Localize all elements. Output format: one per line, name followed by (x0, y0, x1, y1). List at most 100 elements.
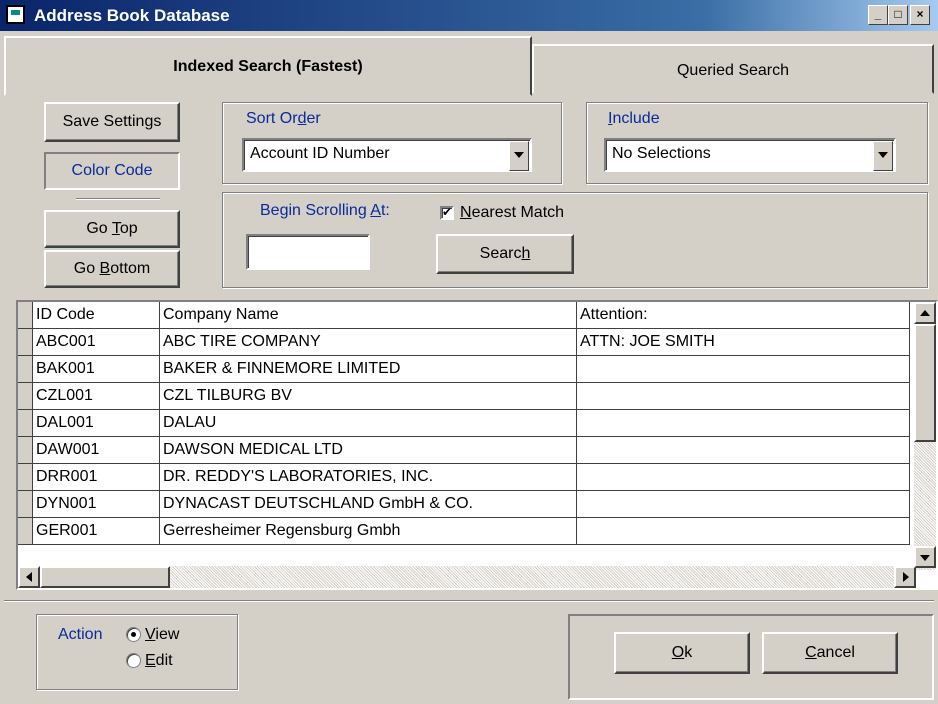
include-label: Include (608, 110, 660, 127)
close-button[interactable]: × (910, 5, 930, 25)
row-selector[interactable] (18, 382, 33, 410)
cell-attention (576, 436, 910, 464)
chevron-down-icon[interactable] (873, 141, 893, 171)
cell-id: GER001 (32, 517, 160, 545)
cell-attention (576, 382, 910, 410)
include-select[interactable]: No Selections (604, 138, 896, 172)
cell-company: BAKER & FINNEMORE LIMITED (159, 355, 577, 383)
edit-label: Edit (145, 652, 173, 669)
row-selector[interactable] (18, 409, 33, 437)
row-selector[interactable] (18, 436, 33, 464)
minimize-button[interactable]: _ (868, 5, 888, 25)
button-label: Go Top (86, 220, 138, 237)
begin-scrolling-input[interactable] (246, 234, 370, 270)
button-label: Ok (671, 644, 693, 661)
cell-company: DR. REDDY'S LABORATORIES, INC. (159, 463, 577, 491)
cell-company: CZL TILBURG BV (159, 382, 577, 410)
button-label: Cancel (805, 644, 855, 661)
cell-id: CZL001 (32, 382, 160, 410)
maximize-button[interactable]: □ (888, 5, 908, 25)
row-selector[interactable] (18, 328, 33, 356)
cell-attention (576, 463, 910, 491)
radio-selected-icon (126, 627, 141, 643)
cell-attention (576, 355, 910, 383)
row-selector[interactable] (18, 355, 33, 383)
tab-indexed-search[interactable]: Indexed Search (Fastest) (4, 36, 532, 96)
nearest-match-label: Nearest Match (460, 204, 565, 221)
cell-company: Gerresheimer Regensburg Gmbh (159, 517, 577, 545)
table-row[interactable]: ABC001 ABC TIRE COMPANY ATTN: JOE SMITH (18, 328, 910, 356)
cell-attention (576, 517, 910, 545)
column-header-id[interactable]: ID Code (32, 302, 160, 329)
table-row[interactable]: DAW001 DAWSON MEDICAL LTD (18, 436, 910, 464)
table-row[interactable]: CZL001 CZL TILBURG BV (18, 382, 910, 410)
view-radio[interactable]: View (126, 626, 179, 644)
edit-radio[interactable]: Edit (126, 652, 173, 670)
table-row[interactable]: GER001 Gerresheimer Regensburg Gmbh (18, 517, 910, 545)
table-row[interactable]: DYN001 DYNACAST DEUTSCHLAND GmbH & CO. (18, 490, 910, 518)
begin-scrolling-label: Begin Scrolling At: (260, 202, 390, 219)
button-label: Save Settings (62, 113, 162, 130)
row-selector (18, 302, 33, 329)
action-label: Action (58, 626, 103, 643)
sort-order-label: Sort Order (246, 110, 321, 127)
cell-id: DYN001 (32, 490, 160, 518)
cell-company: DAWSON MEDICAL LTD (159, 436, 577, 464)
sort-order-select[interactable]: Account ID Number (242, 138, 532, 172)
cell-company: DYNACAST DEUTSCHLAND GmbH & CO. (159, 490, 577, 518)
cell-id: DRR001 (32, 463, 160, 491)
include-value: No Selections (612, 145, 711, 162)
cell-id: ABC001 (32, 328, 160, 356)
cell-company: DALAU (159, 409, 577, 437)
cell-attention (576, 409, 910, 437)
cell-id: DAL001 (32, 409, 160, 437)
row-selector[interactable] (18, 490, 33, 518)
scroll-thumb[interactable] (40, 566, 170, 588)
color-code-button[interactable]: Color Code (44, 152, 180, 190)
vertical-scrollbar[interactable] (914, 302, 936, 570)
search-button[interactable]: Search (436, 234, 574, 274)
title-bar[interactable]: Address Book Database _ □ × (0, 0, 938, 31)
cell-company: ABC TIRE COMPANY (159, 328, 577, 356)
tab-label: Indexed Search (Fastest) (173, 58, 363, 75)
chevron-down-icon[interactable] (509, 141, 529, 171)
divider (76, 198, 160, 200)
radio-unselected-icon (126, 653, 141, 669)
ok-button[interactable]: Ok (614, 632, 750, 674)
sort-order-value: Account ID Number (250, 145, 390, 162)
button-label: Go Bottom (73, 260, 151, 277)
checkbox-checked-icon (440, 204, 454, 220)
save-settings-button[interactable]: Save Settings (44, 102, 180, 142)
view-label: View (145, 626, 180, 643)
column-header-company[interactable]: Company Name (159, 302, 577, 329)
cell-attention (576, 490, 910, 518)
scroll-left-icon[interactable] (18, 566, 40, 588)
divider (4, 600, 934, 602)
tab-label: Queried Search (676, 62, 790, 79)
button-label: Color Code (71, 162, 153, 179)
cancel-button[interactable]: Cancel (762, 632, 898, 674)
row-selector[interactable] (18, 463, 33, 491)
row-selector[interactable] (18, 517, 33, 545)
go-top-button[interactable]: Go Top (44, 210, 180, 248)
cell-id: BAK001 (32, 355, 160, 383)
table-header-row: ID Code Company Name Attention: (18, 302, 910, 329)
cell-id: DAW001 (32, 436, 160, 464)
table-row[interactable]: DAL001 DALAU (18, 409, 910, 437)
horizontal-scrollbar[interactable] (18, 566, 916, 588)
button-label: Search (479, 245, 531, 262)
table-row[interactable]: DRR001 DR. REDDY'S LABORATORIES, INC. (18, 463, 910, 491)
window-title: Address Book Database (34, 6, 230, 25)
scroll-right-icon[interactable] (894, 566, 916, 588)
nearest-match-checkbox[interactable]: Nearest Match (440, 204, 564, 222)
go-bottom-button[interactable]: Go Bottom (44, 250, 180, 288)
scroll-down-icon[interactable] (914, 546, 936, 568)
table-row[interactable]: BAK001 BAKER & FINNEMORE LIMITED (18, 355, 910, 383)
tab-queried-search[interactable]: Queried Search (532, 44, 934, 94)
scroll-up-icon[interactable] (914, 302, 936, 324)
app-icon (6, 5, 25, 24)
scroll-thumb[interactable] (914, 324, 936, 442)
address-grid[interactable]: ID Code Company Name Attention: ABC001 AB… (16, 300, 938, 590)
column-header-attention[interactable]: Attention: (576, 302, 910, 329)
cell-attention: ATTN: JOE SMITH (576, 328, 910, 356)
